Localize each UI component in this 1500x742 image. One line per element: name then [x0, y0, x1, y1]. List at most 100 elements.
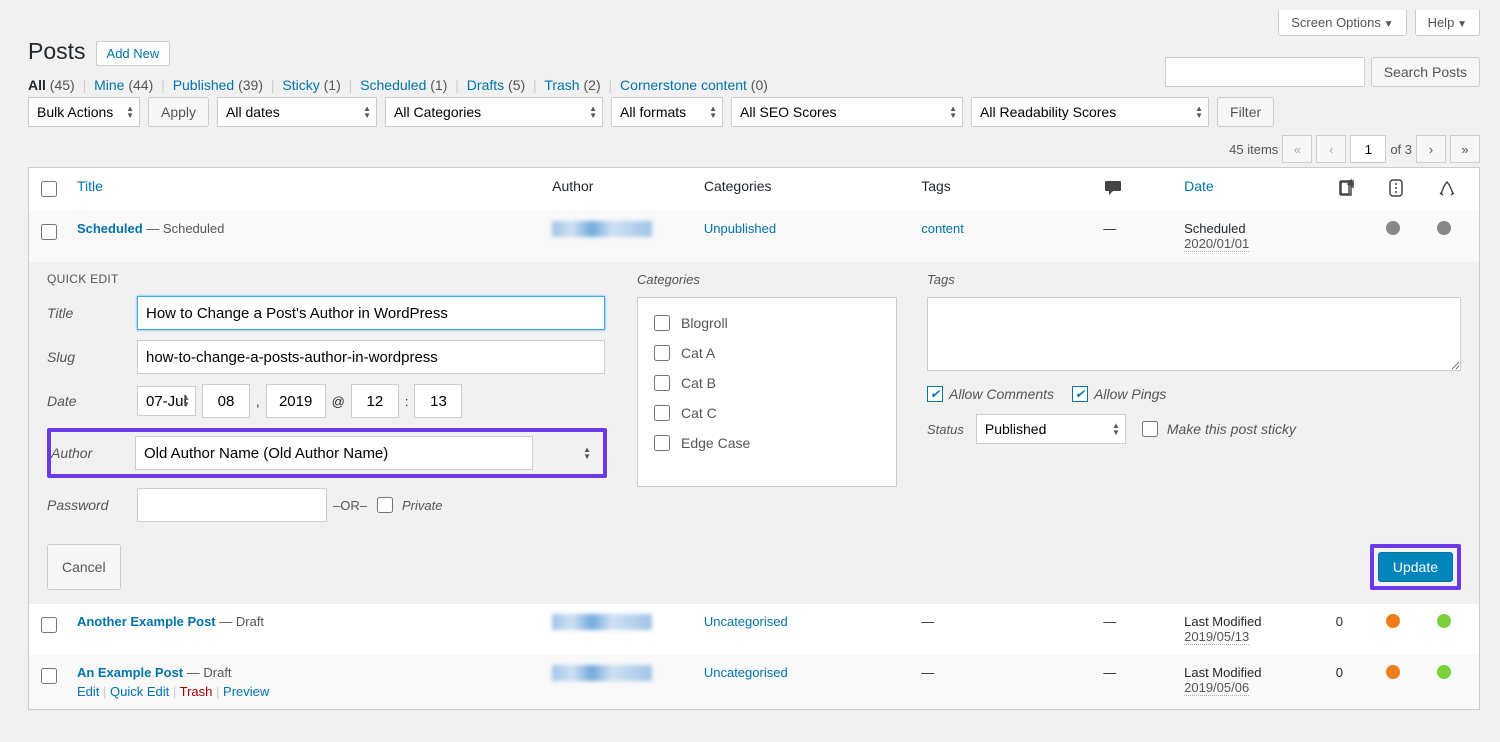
view-mine[interactable]: Mine	[94, 77, 124, 93]
action-edit[interactable]: Edit	[77, 684, 99, 699]
seo-select[interactable]: All SEO Scores	[731, 97, 963, 127]
view-trash[interactable]: Trash	[544, 77, 579, 93]
allow-pings-checkbox[interactable]	[1072, 386, 1088, 402]
author-label: Author	[51, 445, 129, 461]
status-select[interactable]: Published	[976, 414, 1126, 444]
date-value: 2019/05/06	[1184, 680, 1249, 696]
post-author-link[interactable]	[552, 221, 652, 237]
prev-page-button[interactable]: ‹	[1316, 135, 1346, 163]
post-category-link[interactable]: Uncategorised	[704, 665, 788, 680]
add-new-button[interactable]: Add New	[96, 41, 171, 66]
date-label: Last Modified	[1184, 665, 1261, 680]
select-row-checkbox[interactable]	[41, 224, 57, 240]
column-title[interactable]: Title	[77, 178, 103, 194]
post-category-link[interactable]: Unpublished	[704, 221, 776, 236]
categories-select[interactable]: All Categories	[385, 97, 603, 127]
password-input[interactable]	[137, 488, 327, 522]
dates-select[interactable]: All dates	[217, 97, 377, 127]
private-checkbox[interactable]	[377, 497, 393, 513]
view-cornerstone[interactable]: Cornerstone content	[620, 77, 747, 93]
category-checkbox[interactable]	[654, 345, 670, 361]
post-tag-dash: —	[921, 614, 934, 629]
category-checkbox[interactable]	[654, 375, 670, 391]
current-page-input[interactable]	[1350, 135, 1386, 163]
author-select[interactable]: Old Author Name (Old Author Name)	[135, 436, 533, 470]
cancel-button[interactable]: Cancel	[47, 544, 121, 590]
column-tags: Tags	[913, 168, 1095, 212]
view-published[interactable]: Published	[173, 77, 235, 93]
column-categories: Categories	[696, 168, 913, 212]
first-page-button[interactable]: «	[1282, 135, 1312, 163]
readability-select[interactable]: All Readability Scores	[971, 97, 1209, 127]
filter-button[interactable]: Filter	[1217, 97, 1274, 127]
date-year-input[interactable]	[266, 384, 326, 418]
column-readability-icon	[1378, 168, 1429, 212]
select-all-checkbox[interactable]	[41, 181, 57, 197]
categories-box[interactable]: Blogroll Cat A Cat B Cat C Edge Case	[637, 297, 897, 487]
column-author: Author	[544, 168, 696, 212]
date-value: 2020/01/01	[1184, 236, 1249, 252]
post-author-link[interactable]	[552, 665, 652, 681]
next-page-button[interactable]: ›	[1416, 135, 1446, 163]
column-date[interactable]: Date	[1184, 178, 1214, 194]
bulk-actions-select[interactable]: Bulk Actions	[28, 97, 140, 127]
post-title-link[interactable]: An Example Post	[77, 665, 183, 680]
date-month-select[interactable]: 07-Jul	[137, 386, 196, 416]
page-title: Posts	[28, 38, 86, 65]
date-min-input[interactable]	[414, 384, 462, 418]
last-page-button[interactable]: »	[1450, 135, 1480, 163]
search-posts-button[interactable]: Search Posts	[1371, 57, 1480, 87]
select-row-checkbox[interactable]	[41, 668, 57, 684]
categories-heading: Categories	[637, 272, 897, 287]
date-label: Scheduled	[1184, 221, 1245, 236]
of-total-label: of 3	[1390, 142, 1412, 157]
title-input[interactable]	[137, 296, 605, 330]
post-author-link[interactable]	[552, 614, 652, 630]
action-trash[interactable]: Trash	[180, 684, 213, 699]
column-comments-icon[interactable]	[1095, 168, 1176, 212]
table-row: Scheduled — Scheduled Unpublished conten…	[29, 211, 1480, 262]
title-label: Title	[47, 305, 131, 321]
view-sticky[interactable]: Sticky	[282, 77, 319, 93]
post-title-link[interactable]: Another Example Post	[77, 614, 216, 629]
status-label: Status	[927, 422, 964, 437]
date-day-input[interactable]	[202, 384, 250, 418]
post-category-link[interactable]: Uncategorised	[704, 614, 788, 629]
quick-edit-heading: QUICK EDIT	[47, 272, 607, 286]
column-outgoing-links-icon	[1328, 168, 1379, 212]
total-items-label: 45 items	[1229, 142, 1278, 157]
allow-comments-checkbox[interactable]	[927, 386, 943, 402]
search-input[interactable]	[1165, 57, 1365, 87]
seo-score-dot	[1437, 665, 1451, 679]
post-tag-dash: —	[921, 665, 934, 680]
date-hour-input[interactable]	[351, 384, 399, 418]
view-all[interactable]: All	[28, 77, 46, 93]
post-tag-link[interactable]: content	[921, 221, 964, 236]
tags-textarea[interactable]	[927, 297, 1461, 371]
category-checkbox[interactable]	[654, 435, 670, 451]
column-seo-icon	[1429, 168, 1480, 212]
readability-score-dot	[1386, 665, 1400, 679]
apply-button[interactable]: Apply	[148, 97, 209, 127]
screen-options-tab[interactable]: Screen Options	[1278, 10, 1406, 36]
num-value: 0	[1336, 614, 1343, 629]
category-checkbox[interactable]	[654, 315, 670, 331]
view-drafts[interactable]: Drafts	[467, 77, 504, 93]
num-value: 0	[1336, 665, 1343, 680]
formats-select[interactable]: All formats	[611, 97, 723, 127]
slug-input[interactable]	[137, 340, 605, 374]
category-checkbox[interactable]	[654, 405, 670, 421]
select-row-checkbox[interactable]	[41, 617, 57, 633]
seo-score-dot	[1437, 614, 1451, 628]
slug-label: Slug	[47, 349, 131, 365]
password-label: Password	[47, 497, 131, 513]
readability-score-dot	[1386, 221, 1400, 235]
action-preview[interactable]: Preview	[223, 684, 269, 699]
help-tab[interactable]: Help	[1415, 10, 1480, 36]
readability-score-dot	[1386, 614, 1400, 628]
sticky-checkbox[interactable]	[1142, 421, 1158, 437]
update-button[interactable]: Update	[1378, 552, 1453, 582]
view-scheduled[interactable]: Scheduled	[360, 77, 426, 93]
post-title-link[interactable]: Scheduled	[77, 221, 143, 236]
action-quick-edit[interactable]: Quick Edit	[110, 684, 169, 699]
